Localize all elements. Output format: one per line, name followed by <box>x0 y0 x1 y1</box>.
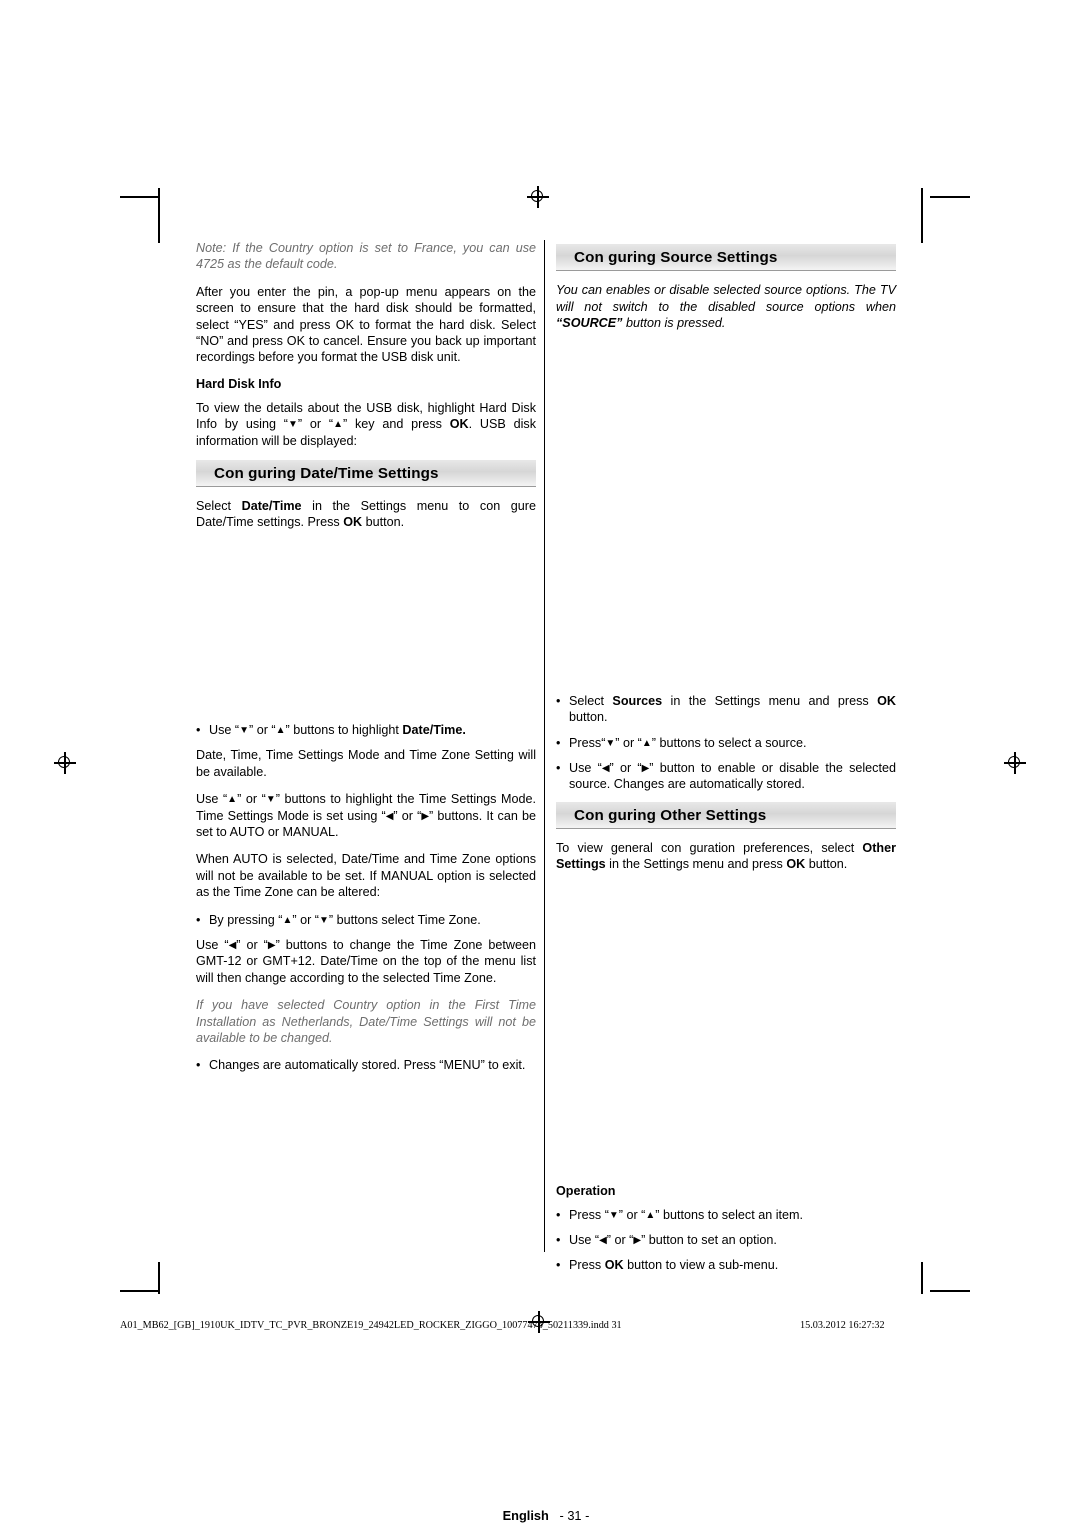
note-country-france: Note: If the Country option is set to Fr… <box>196 241 536 272</box>
paragraph-hard-disk-info: To view the details about the USB disk, … <box>196 400 536 448</box>
bullet-operation-set-option: Use “◀” or “▶” button to set an option. <box>556 1232 896 1249</box>
bullet-operation-submenu: Press OK button to view a sub-menu. <box>556 1257 896 1274</box>
page-footer: English - 31 - <box>196 1508 896 1523</box>
paragraph-time-settings-mode: Use “▲” or “▼” buttons to highlight the … <box>196 792 536 839</box>
crop-mark-bottom-right-v <box>921 1262 923 1294</box>
paragraph-select-datetime: Select Date/Time in the Settings menu to… <box>196 499 536 530</box>
crop-mark-bottom-right-h <box>930 1290 970 1292</box>
note-netherlands: If you have selected Country option in t… <box>196 998 536 1045</box>
crop-mark-top-right-v <box>921 188 923 243</box>
crop-mark-bottom-left-h <box>120 1290 160 1292</box>
bullet-operation-select-item: Press “▼” or “▲” buttons to select an it… <box>556 1207 896 1224</box>
right-column: Con guring Source Settings You can enabl… <box>556 240 896 1283</box>
registration-mark-top <box>527 186 549 208</box>
footer-page-number: - 31 - <box>559 1508 590 1523</box>
left-column: Note: If the Country option is set to Fr… <box>196 240 536 1083</box>
manual-page: Note: If the Country option is set to Fr… <box>0 0 1080 1528</box>
heading-hard-disk-info: Hard Disk Info <box>196 376 282 391</box>
bullet-select-timezone: By pressing “▲” or “▼” buttons select Ti… <box>196 912 536 929</box>
paragraph-pin-format: After you enter the pin, a pop-up menu a… <box>196 284 536 365</box>
footer-language: English <box>502 1508 549 1523</box>
bullet-press-updown: Press“▼” or “▲” buttons to select a sour… <box>556 735 896 752</box>
bullet-enable-disable-source: Use “◀” or “▶” button to enable or disab… <box>556 760 896 793</box>
bullet-highlight-datetime: Use “▼” or “▲” buttons to highlight Date… <box>196 722 536 739</box>
crop-mark-top-right-h <box>930 196 970 198</box>
paragraph-other-settings: To view general con guration preferences… <box>556 840 896 872</box>
section-heading-datetime: Con guring Date/Time Settings <box>196 460 536 488</box>
registration-mark-left <box>54 752 76 774</box>
screenshot-placeholder-source <box>556 343 896 693</box>
crop-mark-bottom-left-v <box>158 1262 160 1294</box>
footline-timestamp: 15.03.2012 16:27:32 <box>800 1320 885 1331</box>
section-heading-other-label: Con guring Other Settings <box>574 806 767 824</box>
section-heading-datetime-label: Con guring Date/Time Settings <box>214 465 439 483</box>
paragraph-datetime-available: Date, Time, Time Settings Mode and Time … <box>196 748 536 779</box>
bullet-select-sources: Select Sources in the Settings menu and … <box>556 693 896 726</box>
registration-mark-right <box>1004 752 1026 774</box>
bullet-changes-stored: Changes are automatically stored. Press … <box>196 1057 536 1074</box>
column-divider <box>544 240 545 1252</box>
footline-filename: A01_MB62_[GB]_1910UK_IDTV_TC_PVR_BRONZE1… <box>120 1320 622 1331</box>
screenshot-placeholder-other <box>556 884 896 1184</box>
crop-mark-top-left-v <box>158 188 160 243</box>
crop-mark-top-left-h <box>120 196 160 198</box>
section-heading-other: Con guring Other Settings <box>556 801 896 829</box>
section-heading-source: Con guring Source Settings <box>556 244 896 271</box>
paragraph-auto-selected: When AUTO is selected, Date/Time and Tim… <box>196 852 536 900</box>
screenshot-placeholder-datetime <box>196 542 536 722</box>
heading-operation: Operation <box>556 1183 616 1198</box>
paragraph-source-intro: You can enables or disable selected sour… <box>556 283 896 331</box>
paragraph-gmt-range: Use “◀” or “▶” buttons to change the Tim… <box>196 937 536 985</box>
section-heading-source-label: Con guring Source Settings <box>574 249 778 266</box>
